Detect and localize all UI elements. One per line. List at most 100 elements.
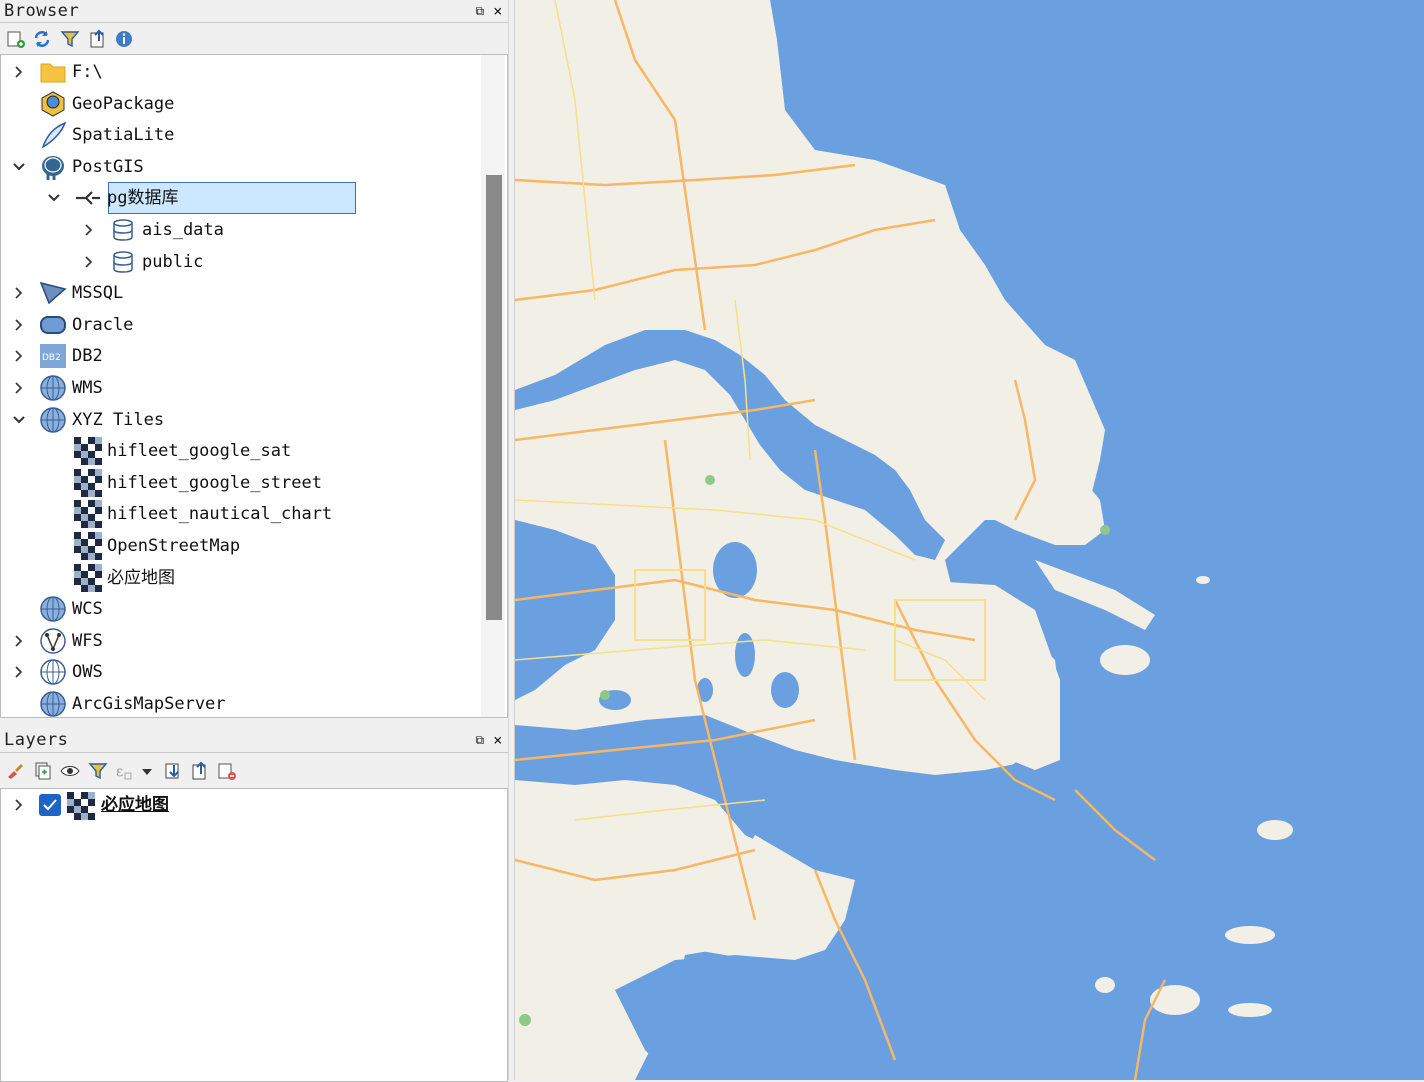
islet [1228,1003,1272,1017]
browser-item[interactable]: 必应地图 [1,563,479,593]
browser-item-label: ArcGisMapServer [72,694,226,714]
refresh-icon[interactable] [32,29,52,49]
layer-visibility-checkbox[interactable] [39,794,61,816]
add-layer-icon[interactable] [6,29,26,49]
islet [1225,926,1275,944]
browser-item[interactable]: F:\ [1,57,479,87]
add-group-icon[interactable] [33,761,53,781]
browser-item-label: DB2 [72,346,103,367]
map-canvas[interactable] [515,0,1424,1080]
chevron-right-icon[interactable] [13,635,25,647]
schema-icon [113,250,133,273]
browser-item-label: WFS [72,630,103,651]
connection-icon [76,191,100,206]
browser-item[interactable]: WFS [1,626,479,656]
collapse-all-icon[interactable] [190,761,210,781]
chevron-right-icon[interactable] [13,350,25,362]
filter-legend-icon[interactable] [88,761,108,781]
chevron-right-icon[interactable] [83,256,95,268]
browser-item[interactable]: OpenStreetMap [1,531,479,561]
browser-panel: Browser ⧉ × F:\ GeoPackage SpatiaLite PostG… [0,0,508,718]
wfs-icon [40,628,66,654]
layers-tree: 必应地图 [0,788,508,1082]
browser-item[interactable]: hifleet_google_sat [1,436,479,466]
browser-item-label: PostGIS [72,156,144,177]
browser-item[interactable]: WMS [1,373,479,403]
lake-3 [771,672,799,708]
browser-item-label: hifleet_google_street [107,472,322,493]
islet [1196,576,1210,584]
chevron-right-icon[interactable] [13,66,25,78]
chevron-right-icon[interactable] [13,319,25,331]
browser-item[interactable]: hifleet_google_street [1,468,479,498]
postgis-elephant-icon [42,155,64,180]
browser-item-label: ais_data [142,220,224,240]
browser-scrollbar[interactable] [481,55,505,717]
layers-panel: Layers ⧉ × ε 必应地图 [0,726,508,1082]
browser-item[interactable]: ais_data [1,215,479,245]
browser-item[interactable]: WCS [1,594,479,624]
browser-item[interactable]: SpatiaLite [1,120,479,150]
browser-item[interactable]: ArcGisMapServer [1,689,479,717]
browser-item-label: GeoPackage [72,93,175,114]
mssql-icon [39,282,67,305]
browser-item[interactable]: PostGIS [1,152,479,182]
filter-icon[interactable] [60,29,80,49]
browser-scrollbar-thumb[interactable] [486,175,502,620]
visibility-icon[interactable] [60,761,80,781]
geopackage-icon [41,91,65,117]
chevron-right-icon[interactable] [13,287,25,299]
info-icon[interactable] [114,29,134,49]
dropdown-icon[interactable] [140,761,154,781]
browser-tree: F:\ GeoPackage SpatiaLite PostGIS pg数据库 ais_d… [0,54,508,718]
browser-item[interactable]: MSSQL [1,278,479,308]
xyz-tile-icon [67,792,95,820]
islet [1095,977,1115,993]
browser-item-label: WMS [72,378,103,398]
park [600,690,610,700]
chevron-down-icon[interactable] [48,192,60,204]
layers-title: Layers [4,730,69,750]
islet [1257,820,1293,840]
globe-outline-icon [40,659,66,686]
browser-item[interactable]: OWS [1,657,479,687]
lake-2 [735,633,755,677]
style-brush-icon[interactable] [5,761,25,781]
float-panel-icon[interactable]: ⧉ [472,0,488,22]
park [1100,525,1110,535]
remove-layer-icon[interactable] [217,761,237,781]
chevron-right-icon[interactable] [13,799,25,811]
browser-item[interactable]: public [1,247,479,277]
browser-item-label: XYZ Tiles [72,409,165,430]
browser-item[interactable]: DB2 DB2 [1,341,479,371]
panel-splitter[interactable] [508,0,515,1080]
chevron-right-icon[interactable] [13,382,25,394]
folder-icon [40,63,66,83]
islet [1100,645,1150,675]
chevron-down-icon[interactable] [13,161,25,173]
close-panel-icon[interactable]: × [490,726,506,754]
xyz-tile-icon [74,532,102,560]
collapse-all-icon[interactable] [88,29,108,49]
browser-title-bar: Browser ⧉ × [0,0,508,23]
browser-item[interactable]: Oracle [1,310,479,340]
browser-item[interactable]: XYZ Tiles [1,405,479,435]
browser-item[interactable]: GeoPackage [1,89,479,119]
expand-all-icon[interactable] [163,761,183,781]
browser-item[interactable]: hifleet_nautical_chart [1,499,479,529]
xyz-tile-icon [74,468,102,497]
float-panel-icon[interactable]: ⧉ [472,726,488,754]
globe-icon [40,596,66,622]
layer-name[interactable]: 必应地图 [101,790,169,820]
expression-filter-icon[interactable]: ε [114,761,134,781]
browser-item-label: public [142,251,204,272]
layer-row[interactable]: 必应地图 [1,790,501,820]
globe-icon [40,406,66,433]
browser-item-label: hifleet_google_sat [107,441,292,462]
browser-item-label: hifleet_nautical_chart [107,504,333,525]
close-panel-icon[interactable]: × [490,0,506,22]
chevron-down-icon[interactable] [13,414,25,426]
browser-item[interactable]: pg数据库 [1,182,479,215]
chevron-right-icon[interactable] [13,666,25,678]
chevron-right-icon[interactable] [83,224,95,236]
